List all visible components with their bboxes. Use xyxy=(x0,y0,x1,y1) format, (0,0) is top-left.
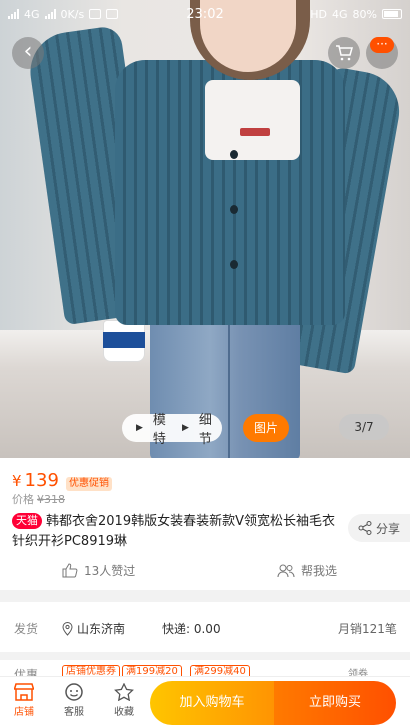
original-price-label: 价格 xyxy=(12,493,34,506)
hd-indicator: HD xyxy=(310,7,328,21)
share-label: 分享 xyxy=(376,521,401,536)
signal-icon xyxy=(44,9,56,19)
shop-button[interactable]: 店铺 xyxy=(4,683,44,718)
bottom-action-bar: 店铺 客服 收藏 加入购物车 立即购买 xyxy=(0,676,410,728)
status-right: HD 4G 80% xyxy=(310,8,402,21)
customer-service-label: 客服 xyxy=(64,707,84,718)
tab-model-label: 模特 xyxy=(152,413,166,447)
chat-icon xyxy=(106,9,119,19)
coupon-badge: 优惠促销 xyxy=(66,477,112,491)
original-price: 价格 ¥318 xyxy=(12,491,65,507)
image-cardigan-button xyxy=(230,260,238,269)
people-icon xyxy=(277,564,295,577)
favorite-label: 收藏 xyxy=(114,707,134,718)
location-pin-icon xyxy=(62,621,73,636)
thumbs-up-icon xyxy=(62,563,78,578)
engagement-row: 13人赞过 帮我选 xyxy=(0,562,410,586)
add-to-cart-button[interactable]: 加入购物车 xyxy=(150,681,274,725)
tab-pictures[interactable]: 图片 xyxy=(243,414,289,442)
status-bar: 4G 0K/s 23:02 HD 4G 80% xyxy=(0,0,410,28)
battery-icon xyxy=(382,9,402,19)
likes-button[interactable]: 13人赞过 xyxy=(62,562,135,579)
shipping-label: 发货 xyxy=(14,622,39,636)
media-tab-group: ▶ 模特 ▶ 细节 xyxy=(122,413,222,447)
star-icon xyxy=(114,683,134,701)
status-left: 4G 0K/s xyxy=(8,7,119,21)
buy-now-button[interactable]: 立即购买 xyxy=(274,681,396,725)
help-choose-label: 帮我选 xyxy=(301,564,338,578)
play-icon: ▶ xyxy=(181,423,189,433)
store-icon xyxy=(14,683,34,701)
image-tshirt xyxy=(205,80,300,160)
price: ¥ 139 xyxy=(12,470,59,491)
image-cardigan-button xyxy=(230,150,238,159)
likes-count: 13人赞过 xyxy=(84,564,136,578)
tmall-badge: 天猫 xyxy=(12,513,42,529)
help-choose-button[interactable]: 帮我选 xyxy=(277,562,337,579)
price-currency: ¥ xyxy=(12,472,22,490)
product-title-text: 韩都衣舍2019韩版女装春装新款V领宽松长袖毛衣针织开衫PC8919琳 xyxy=(12,514,335,549)
share-icon xyxy=(358,521,372,535)
cart-button[interactable] xyxy=(328,37,360,69)
monthly-sales: 月销121笔 xyxy=(338,622,397,636)
favorite-button[interactable]: 收藏 xyxy=(104,683,144,718)
share-button[interactable]: 分享 xyxy=(348,514,410,542)
original-price-value: ¥318 xyxy=(37,493,65,506)
service-face-icon xyxy=(65,683,83,701)
network-type-right: 4G xyxy=(332,7,348,21)
product-info-card: ¥ 139 优惠促销 价格 ¥318 天猫 韩都衣舍2019韩版女装春装新款V领宽松… xyxy=(0,458,410,590)
tab-model[interactable]: ▶ 模特 xyxy=(128,409,174,447)
tab-detail[interactable]: ▶ 细节 xyxy=(174,409,220,447)
back-button[interactable]: ‹ xyxy=(12,37,44,69)
image-counter: 3/7 xyxy=(339,414,389,440)
network-type: 4G xyxy=(24,7,40,21)
tab-detail-label: 细节 xyxy=(198,413,212,447)
cart-icon xyxy=(336,45,353,61)
customer-service-button[interactable]: 客服 xyxy=(54,683,94,718)
network-speed: 0K/s xyxy=(60,7,85,21)
image-tshirt-print xyxy=(240,128,270,136)
shipping-location: 山东济南 xyxy=(62,620,125,637)
product-title: 天猫 韩都衣舍2019韩版女装春装新款V领宽松长袖毛衣针织开衫PC8919琳 xyxy=(12,512,342,552)
product-image[interactable] xyxy=(0,0,410,458)
shipping-row[interactable]: 发货 山东济南 快递: 0.00 月销121笔 xyxy=(0,602,410,652)
shipping-fee: 快递: 0.00 xyxy=(162,622,221,636)
shipping-location-text: 山东济南 xyxy=(77,622,126,636)
notification-icon xyxy=(89,9,102,19)
play-icon: ▶ xyxy=(136,423,143,433)
chevron-left-icon: ‹ xyxy=(23,39,33,64)
price-value: 139 xyxy=(24,470,59,491)
shop-label: 店铺 xyxy=(14,707,34,718)
signal-icon xyxy=(8,9,19,19)
image-cardigan-button xyxy=(230,205,238,214)
battery-percent: 80% xyxy=(352,7,377,21)
more-icon[interactable]: ··· xyxy=(370,37,394,53)
image-cup-band xyxy=(103,332,145,348)
